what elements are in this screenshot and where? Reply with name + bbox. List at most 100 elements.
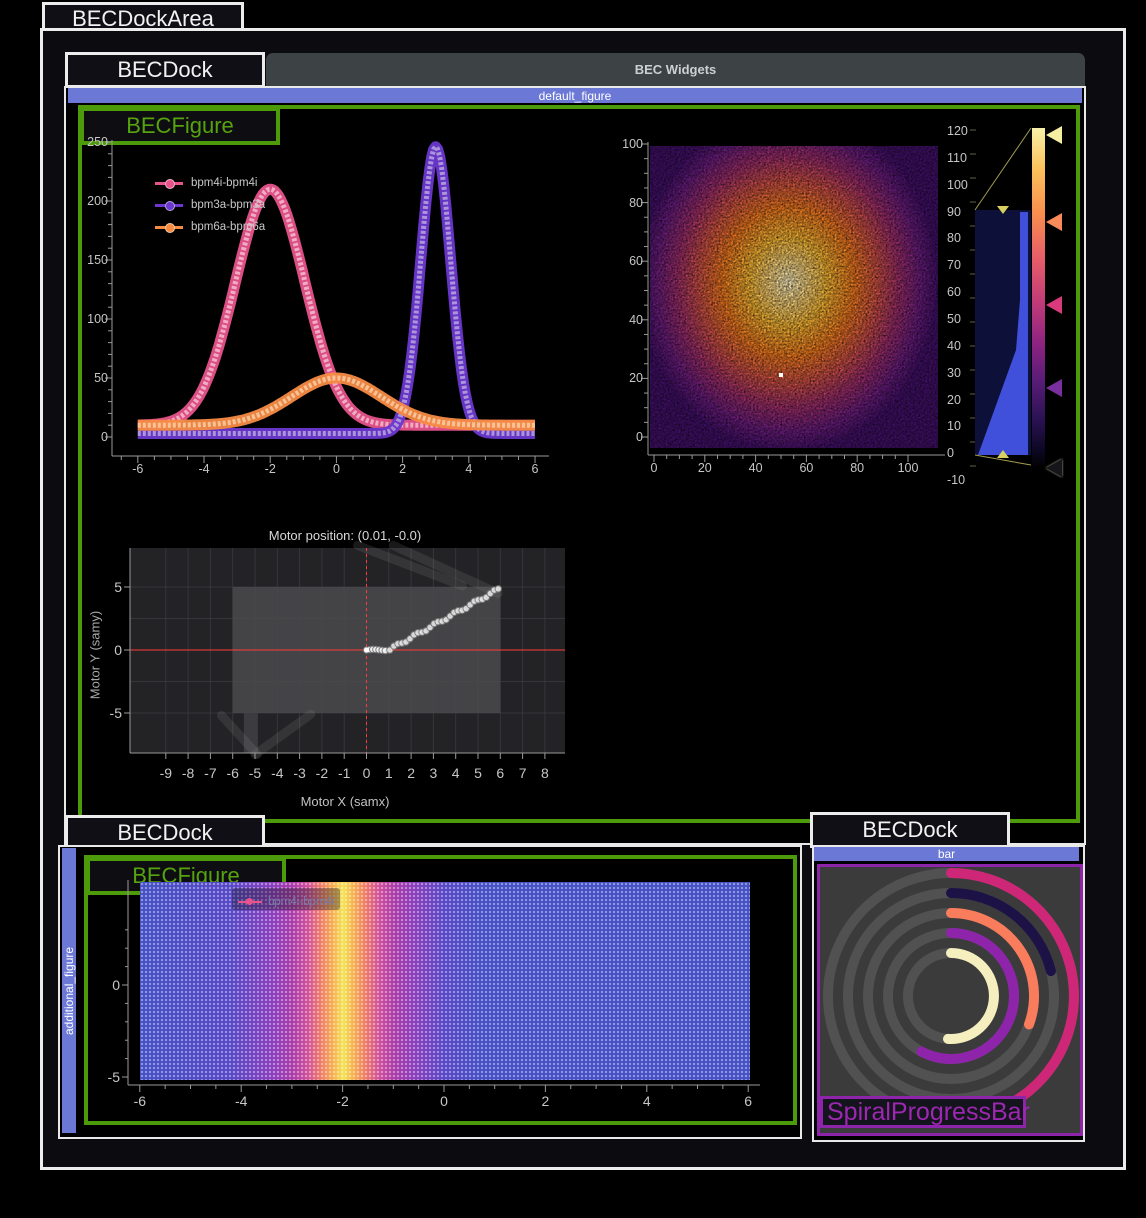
motor-map-canvas bbox=[110, 540, 580, 800]
heatmap-xtick: 20 bbox=[698, 461, 712, 475]
motor-map-ylabel: Motor Y (samy) bbox=[88, 611, 103, 699]
spiral-progress-rings bbox=[820, 867, 1080, 1133]
waveform-xtick: 6 bbox=[532, 462, 539, 476]
motor-xtick: -6 bbox=[226, 765, 238, 781]
scan-xtick: -2 bbox=[336, 1093, 348, 1109]
colorbar-tick: 90 bbox=[947, 205, 961, 219]
motor-xtick: 6 bbox=[496, 765, 504, 781]
colorbar-tick: 50 bbox=[947, 312, 961, 326]
dock-titlebar-bar-text: bar bbox=[938, 847, 955, 861]
motor-xtick: 4 bbox=[452, 765, 460, 781]
motor-xtick: -9 bbox=[160, 765, 172, 781]
heatmap-xtick: 80 bbox=[850, 461, 864, 475]
heatmap-axes-canvas bbox=[610, 130, 970, 480]
waveform-xtick: -4 bbox=[198, 462, 209, 476]
legend-marker bbox=[155, 204, 183, 207]
heatmap-ytick: 80 bbox=[629, 196, 643, 210]
motor-xtick: -8 bbox=[182, 765, 194, 781]
waveform-xtick: 2 bbox=[399, 462, 406, 476]
heatmap-ytick: 0 bbox=[636, 430, 643, 444]
motor-xtick: 8 bbox=[541, 765, 549, 781]
spiral-progress-label: SpiralProgressBar bbox=[820, 1096, 1026, 1128]
scan-xtick: 0 bbox=[440, 1093, 448, 1109]
waveform-xtick: 4 bbox=[465, 462, 472, 476]
lut-handle[interactable] bbox=[1046, 213, 1062, 231]
motor-xtick: 0 bbox=[363, 765, 371, 781]
colorbar-tick: 20 bbox=[947, 393, 961, 407]
heatmap-ytick: 40 bbox=[629, 313, 643, 327]
heatmap-xtick: 0 bbox=[651, 461, 658, 475]
scan-legend[interactable]: bpm4i-bpm4i bbox=[232, 888, 340, 910]
motor-xtick: 5 bbox=[474, 765, 482, 781]
waveform-xtick: -2 bbox=[265, 462, 276, 476]
scan-ytick: 0 bbox=[112, 977, 120, 993]
lut-handle[interactable] bbox=[1046, 126, 1062, 144]
heatmap-ytick: 20 bbox=[629, 371, 643, 385]
motor-ytick: -5 bbox=[110, 705, 122, 721]
motor-xtick: -7 bbox=[204, 765, 216, 781]
waveform-ytick: 250 bbox=[87, 135, 108, 149]
heatmap-ytick: 60 bbox=[629, 254, 643, 268]
legend-marker bbox=[155, 182, 183, 185]
motor-ytick: 5 bbox=[114, 579, 122, 595]
dock-titlebar-additional-figure-text: additional_figure bbox=[62, 946, 76, 1034]
waveform-ytick: 200 bbox=[87, 194, 108, 208]
lut-handle[interactable] bbox=[1046, 459, 1062, 477]
dock-titlebar-additional-figure[interactable]: additional_figure bbox=[62, 848, 76, 1133]
legend-item[interactable]: bpm4i-bpm4i bbox=[155, 172, 265, 194]
motor-xtick: -5 bbox=[249, 765, 261, 781]
heatmap-xtick: 40 bbox=[749, 461, 763, 475]
colorbar-tick: 30 bbox=[947, 366, 961, 380]
waveform-xtick: 0 bbox=[333, 462, 340, 476]
waveform-ytick: 100 bbox=[87, 312, 108, 326]
colorbar-tick: -10 bbox=[947, 473, 965, 487]
colorbar-tick: 110 bbox=[947, 151, 967, 165]
colorbar-tick: 10 bbox=[947, 419, 961, 433]
scan-canvas bbox=[100, 870, 780, 1100]
lut-handle[interactable] bbox=[1046, 296, 1062, 314]
legend-label: bpm6a-bpm6a bbox=[191, 221, 265, 233]
motor-xtick: -3 bbox=[293, 765, 305, 781]
waveform-ytick: 0 bbox=[101, 430, 108, 444]
legend-label: bpm4i-bpm4i bbox=[268, 896, 334, 908]
motor-xtick: 1 bbox=[385, 765, 393, 781]
colorbar-tick: 60 bbox=[947, 285, 961, 299]
heatmap-xtick: 100 bbox=[898, 461, 919, 475]
heatmap-xtick: 60 bbox=[799, 461, 813, 475]
scan-xtick: 2 bbox=[541, 1093, 549, 1109]
tab-bec-widgets-label: BEC Widgets bbox=[635, 62, 717, 77]
waveform-legend: bpm4i-bpm4i bpm3a-bpm3a bpm6a-bpm6a bbox=[155, 172, 265, 238]
waveform-xtick: -6 bbox=[132, 462, 143, 476]
dock-label-bottom-left-text: BECDock bbox=[117, 820, 212, 846]
legend-marker bbox=[155, 226, 183, 229]
heatmap-ytick: 100 bbox=[622, 137, 643, 151]
legend-label: bpm3a-bpm3a bbox=[191, 199, 265, 211]
motor-xtick: 7 bbox=[519, 765, 527, 781]
scan-xtick: 4 bbox=[643, 1093, 651, 1109]
motor-xtick: 2 bbox=[407, 765, 415, 781]
scan-ytick: -5 bbox=[108, 1069, 120, 1085]
legend-item[interactable]: bpm6a-bpm6a bbox=[155, 216, 265, 238]
colorbar-tick: 40 bbox=[947, 339, 961, 353]
motor-xtick: -1 bbox=[338, 765, 350, 781]
colorbar-tick: 80 bbox=[947, 231, 961, 245]
dock-titlebar-bar[interactable]: bar bbox=[814, 847, 1079, 861]
legend-label: bpm4i-bpm4i bbox=[191, 177, 257, 189]
motor-xtick: 3 bbox=[429, 765, 437, 781]
colorbar-tick: 0 bbox=[947, 446, 954, 460]
scan-xtick: 6 bbox=[744, 1093, 752, 1109]
bec-app-window: BECDockArea BEC Widgets BECDock default_… bbox=[0, 0, 1146, 1218]
scan-xtick: -6 bbox=[134, 1093, 146, 1109]
motor-xtick: -4 bbox=[271, 765, 283, 781]
legend-marker bbox=[238, 901, 262, 903]
legend-item[interactable]: bpm3a-bpm3a bbox=[155, 194, 265, 216]
colorbar-tick: 70 bbox=[947, 258, 961, 272]
dock-label-bottom-right: BECDock bbox=[810, 812, 1010, 848]
waveform-ytick: 150 bbox=[87, 253, 108, 267]
motor-ytick: 0 bbox=[114, 642, 122, 658]
scan-xtick: -4 bbox=[235, 1093, 247, 1109]
waveform-canvas bbox=[0, 0, 600, 490]
dock-label-bottom-right-text: BECDock bbox=[862, 817, 957, 843]
lut-handle[interactable] bbox=[1046, 379, 1062, 397]
spiral-progress-label-text: SpiralProgressBar bbox=[827, 1098, 1030, 1127]
